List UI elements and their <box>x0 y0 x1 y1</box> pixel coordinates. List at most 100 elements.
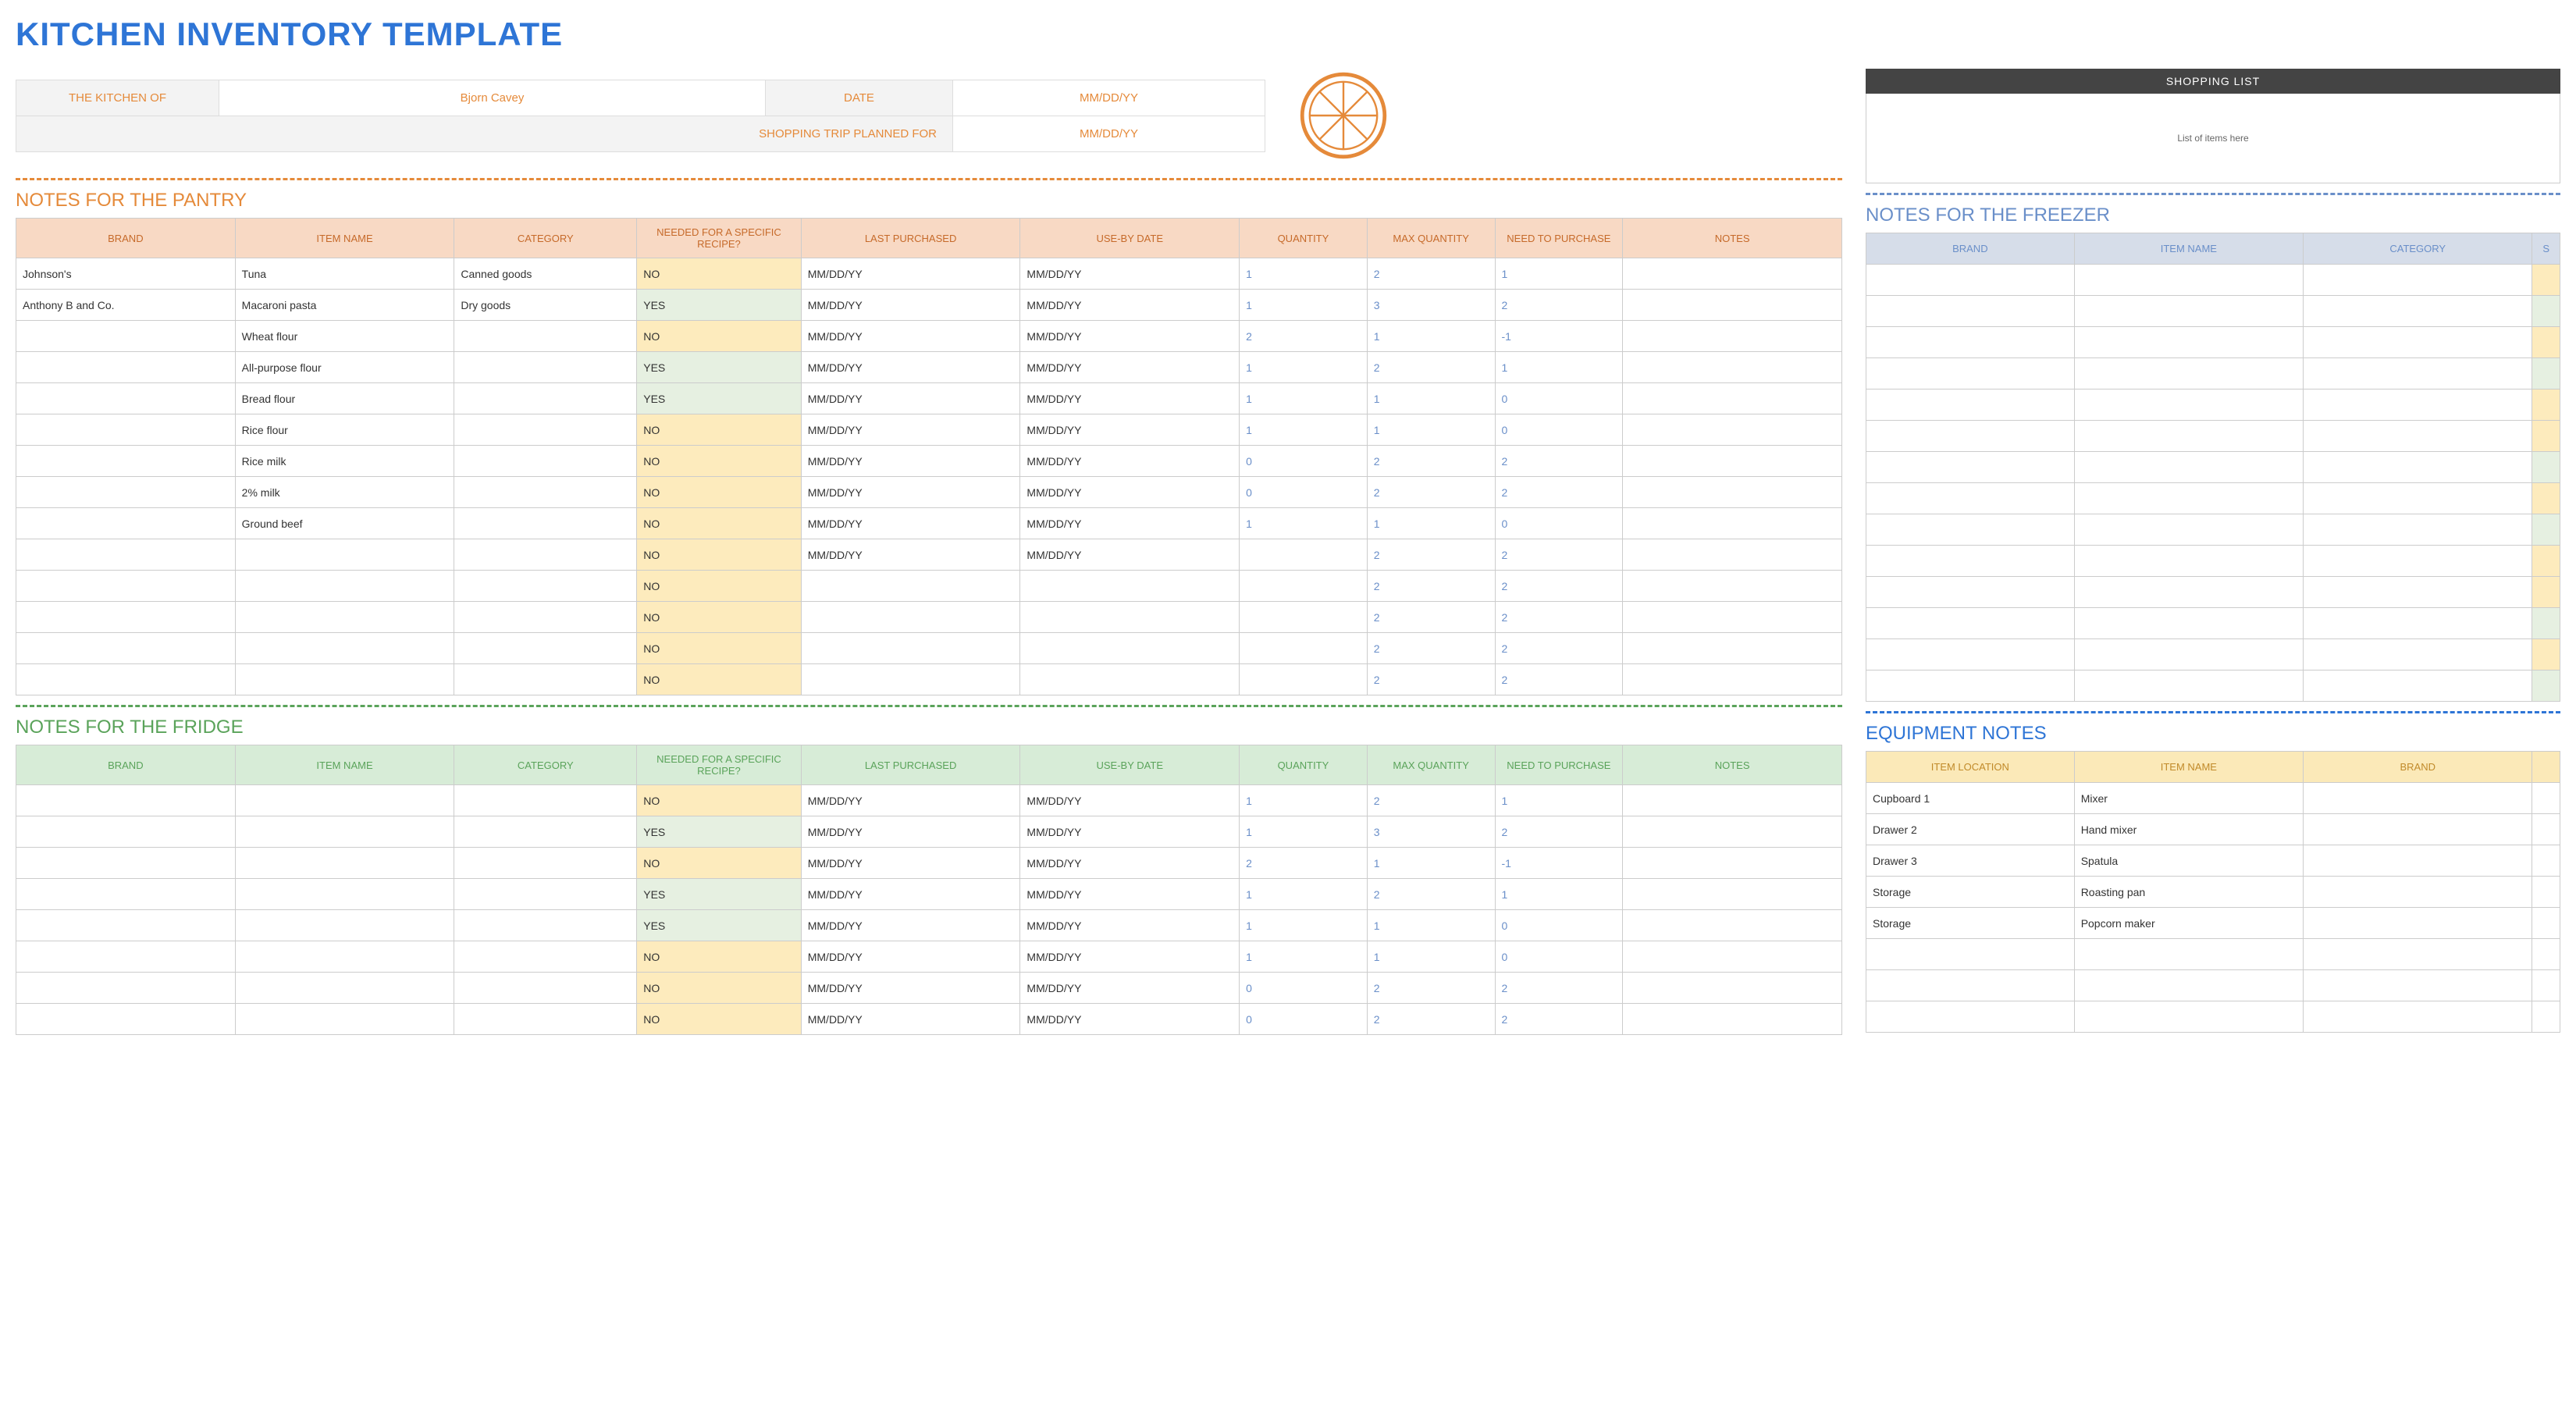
cell[interactable]: MM/DD/YY <box>801 383 1020 414</box>
cell[interactable]: Anthony B and Co. <box>16 290 236 321</box>
cell[interactable] <box>235 539 454 571</box>
table-row[interactable] <box>1866 639 2560 670</box>
cell[interactable]: NO <box>637 414 802 446</box>
cell[interactable]: All-purpose flour <box>235 352 454 383</box>
cell[interactable] <box>235 941 454 973</box>
cell[interactable] <box>1866 639 2075 670</box>
cell[interactable]: 1 <box>1240 290 1368 321</box>
cell[interactable] <box>2304 327 2532 358</box>
cell[interactable]: MM/DD/YY <box>1020 383 1240 414</box>
cell[interactable]: MM/DD/YY <box>801 973 1020 1004</box>
cell[interactable] <box>2532 608 2560 639</box>
cell[interactable] <box>1020 602 1240 633</box>
table-row[interactable]: 2% milkNOMM/DD/YYMM/DD/YY022 <box>16 477 1842 508</box>
cell[interactable]: MM/DD/YY <box>1020 539 1240 571</box>
cell[interactable] <box>1623 973 1842 1004</box>
table-row[interactable] <box>1866 970 2560 1001</box>
cell[interactable] <box>454 973 637 1004</box>
cell[interactable]: NO <box>637 664 802 695</box>
cell[interactable] <box>801 633 1020 664</box>
cell[interactable]: 0 <box>1240 1004 1368 1035</box>
cell[interactable] <box>454 633 637 664</box>
cell[interactable] <box>1020 633 1240 664</box>
cell[interactable]: MM/DD/YY <box>801 414 1020 446</box>
cell[interactable] <box>2074 639 2303 670</box>
cell[interactable] <box>1623 571 1842 602</box>
cell[interactable] <box>2532 327 2560 358</box>
cell[interactable] <box>1623 258 1842 290</box>
cell[interactable]: YES <box>637 383 802 414</box>
cell[interactable]: 1 <box>1240 816 1368 848</box>
table-row[interactable] <box>1866 577 2560 608</box>
cell[interactable]: 0 <box>1495 414 1623 446</box>
cell[interactable] <box>1623 539 1842 571</box>
cell[interactable]: MM/DD/YY <box>1020 910 1240 941</box>
cell[interactable]: MM/DD/YY <box>1020 941 1240 973</box>
table-row[interactable] <box>1866 546 2560 577</box>
cell[interactable]: Storage <box>1866 908 2075 939</box>
table-row[interactable]: Drawer 2Hand mixer <box>1866 814 2560 845</box>
shopping-list-body[interactable]: List of items here <box>1866 94 2560 183</box>
cell[interactable] <box>2304 421 2532 452</box>
cell[interactable]: MM/DD/YY <box>801 477 1020 508</box>
cell[interactable]: MM/DD/YY <box>1020 973 1240 1004</box>
cell[interactable] <box>2304 908 2532 939</box>
cell[interactable] <box>16 785 236 816</box>
cell[interactable] <box>1623 848 1842 879</box>
cell[interactable]: MM/DD/YY <box>801 1004 1020 1035</box>
cell[interactable]: Wheat flour <box>235 321 454 352</box>
cell[interactable] <box>16 848 236 879</box>
cell[interactable] <box>16 941 236 973</box>
cell[interactable] <box>1623 446 1842 477</box>
table-row[interactable] <box>1866 608 2560 639</box>
cell[interactable] <box>235 1004 454 1035</box>
cell[interactable]: 1 <box>1240 258 1368 290</box>
cell[interactable] <box>2074 970 2303 1001</box>
cell[interactable] <box>1866 265 2075 296</box>
cell[interactable]: -1 <box>1495 321 1623 352</box>
cell[interactable]: Drawer 3 <box>1866 845 2075 877</box>
cell[interactable] <box>16 664 236 695</box>
cell[interactable] <box>2304 939 2532 970</box>
cell[interactable] <box>16 414 236 446</box>
cell[interactable]: MM/DD/YY <box>801 539 1020 571</box>
cell[interactable] <box>16 321 236 352</box>
cell[interactable] <box>2304 814 2532 845</box>
table-row[interactable]: Johnson'sTunaCanned goodsNOMM/DD/YYMM/DD… <box>16 258 1842 290</box>
cell[interactable]: Ground beef <box>235 508 454 539</box>
cell[interactable] <box>1623 290 1842 321</box>
cell[interactable]: NO <box>637 848 802 879</box>
cell[interactable] <box>16 352 236 383</box>
cell[interactable] <box>2304 845 2532 877</box>
cell[interactable]: NO <box>637 321 802 352</box>
cell[interactable]: 2 <box>1495 290 1623 321</box>
cell[interactable]: 1 <box>1495 352 1623 383</box>
cell[interactable]: MM/DD/YY <box>1020 477 1240 508</box>
cell[interactable]: YES <box>637 879 802 910</box>
cell[interactable] <box>235 848 454 879</box>
cell[interactable]: 2 <box>1367 785 1495 816</box>
cell[interactable] <box>2304 577 2532 608</box>
cell[interactable]: Roasting pan <box>2074 877 2303 908</box>
cell[interactable]: NO <box>637 477 802 508</box>
table-row[interactable]: NO22 <box>16 633 1842 664</box>
cell[interactable] <box>2074 546 2303 577</box>
cell[interactable] <box>1866 608 2075 639</box>
cell[interactable] <box>2074 577 2303 608</box>
cell[interactable]: Canned goods <box>454 258 637 290</box>
table-row[interactable]: Rice flourNOMM/DD/YYMM/DD/YY110 <box>16 414 1842 446</box>
cell[interactable]: MM/DD/YY <box>801 321 1020 352</box>
table-row[interactable]: Cupboard 1Mixer <box>1866 783 2560 814</box>
cell[interactable]: MM/DD/YY <box>1020 1004 1240 1035</box>
cell[interactable] <box>454 508 637 539</box>
cell[interactable] <box>2304 514 2532 546</box>
table-row[interactable]: Bread flourYESMM/DD/YYMM/DD/YY110 <box>16 383 1842 414</box>
table-row[interactable]: NOMM/DD/YYMM/DD/YY022 <box>16 973 1842 1004</box>
cell[interactable] <box>2532 514 2560 546</box>
cell[interactable]: YES <box>637 352 802 383</box>
cell[interactable] <box>1623 816 1842 848</box>
cell[interactable] <box>16 539 236 571</box>
cell[interactable] <box>2304 452 2532 483</box>
table-row[interactable] <box>1866 939 2560 970</box>
cell[interactable]: 2 <box>1367 477 1495 508</box>
